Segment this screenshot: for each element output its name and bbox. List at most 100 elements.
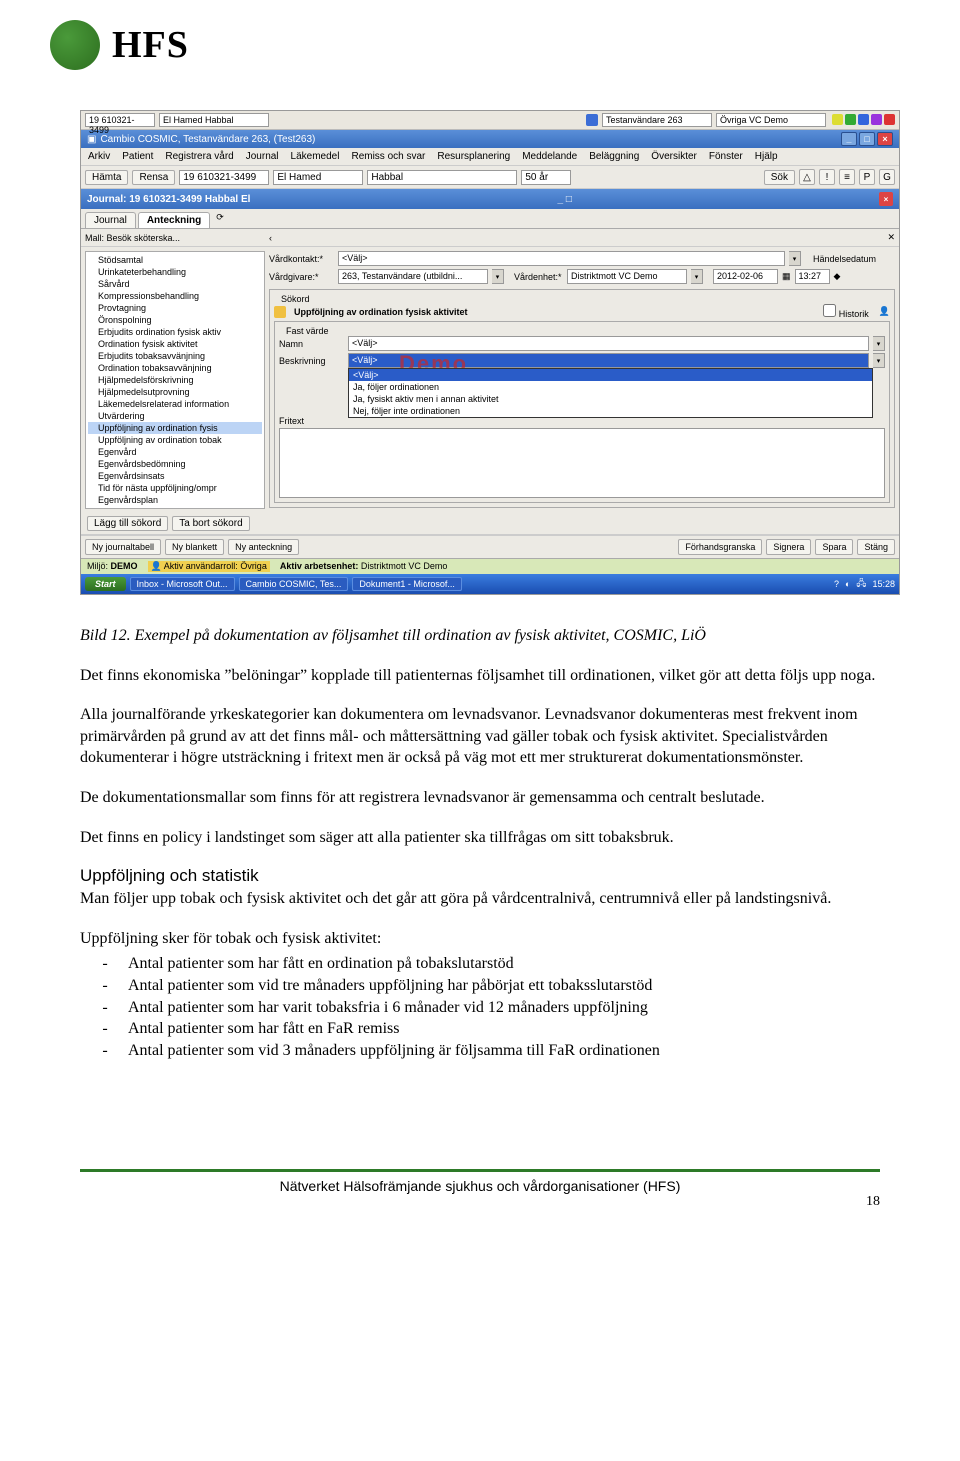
menu-läkemedel[interactable]: Läkemedel bbox=[288, 150, 343, 163]
dropdown-icon[interactable]: ▾ bbox=[691, 269, 703, 284]
tray-icon[interactable]: 🖧 bbox=[856, 576, 866, 592]
dropdown-option[interactable]: Ja, följer ordinationen bbox=[349, 381, 872, 393]
tree-node[interactable]: Kompressionsbehandling bbox=[88, 290, 262, 302]
pnr-input[interactable]: 19 610321-3499 bbox=[179, 170, 269, 185]
time-spinner-icon[interactable]: ◆ bbox=[834, 271, 841, 282]
menu-hjälp[interactable]: Hjälp bbox=[752, 150, 781, 163]
fritext-textarea[interactable] bbox=[279, 428, 885, 498]
ny-anteckning-button[interactable]: Ny anteckning bbox=[228, 539, 299, 555]
del-keyword-button[interactable]: Ta bort sökord bbox=[172, 516, 249, 531]
keyword-tree[interactable]: StödsamtalUrinkateterbehandlingSårvårdKo… bbox=[85, 251, 265, 509]
menu-arkiv[interactable]: Arkiv bbox=[85, 150, 113, 163]
vardenhet-select[interactable]: Distriktmott VC Demo bbox=[567, 269, 687, 284]
vardgivare-select[interactable]: 263, Testanvändare (utbildni... bbox=[338, 269, 488, 284]
tree-node[interactable]: Sårvård bbox=[88, 278, 262, 290]
menu-beläggning[interactable]: Beläggning bbox=[586, 150, 642, 163]
menu-registrera vård[interactable]: Registrera vård bbox=[162, 150, 236, 163]
tree-node[interactable]: Ordination fysisk aktivitet bbox=[88, 338, 262, 350]
tree-node[interactable]: Uppföljning av ordination tobak bbox=[88, 434, 262, 446]
p-button[interactable]: P bbox=[859, 169, 875, 185]
dropdown-option[interactable]: Nej, följer inte ordinationen bbox=[349, 405, 872, 417]
menu-journal[interactable]: Journal bbox=[243, 150, 282, 163]
paragraph: Man följer upp tobak och fysisk aktivite… bbox=[80, 888, 880, 910]
tree-node[interactable]: Tid för nästa uppföljning/ompr bbox=[88, 482, 262, 494]
add-keyword-button[interactable]: Lägg till sökord bbox=[87, 516, 168, 531]
hamta-button[interactable]: Hämta bbox=[85, 170, 128, 185]
dropdown-option[interactable]: Ja, fysiskt aktiv men i annan aktivitet bbox=[349, 393, 872, 405]
minimize-button[interactable]: _ bbox=[841, 132, 857, 146]
patient-id-field[interactable]: 19 610321-3499 bbox=[85, 113, 155, 127]
dropdown-icon[interactable]: ▾ bbox=[492, 269, 504, 284]
person-icon[interactable]: 👤 bbox=[879, 306, 890, 317]
ny-journaltabell-button[interactable]: Ny journaltabell bbox=[85, 539, 161, 555]
task-cosmic[interactable]: Cambio COSMIC, Tes... bbox=[239, 577, 349, 591]
g-button[interactable]: G bbox=[879, 169, 895, 185]
stang-button[interactable]: Stäng bbox=[857, 539, 895, 555]
journal-close[interactable]: × bbox=[879, 192, 893, 206]
tree-node[interactable]: Urinkateterbehandling bbox=[88, 266, 262, 278]
dropdown-option[interactable]: <Välj> bbox=[349, 369, 872, 381]
tree-node[interactable]: Hjälpmedelsutprovning bbox=[88, 386, 262, 398]
info-icon[interactable] bbox=[586, 114, 598, 126]
tree-node[interactable]: Erbjudits tobaksavvänjning bbox=[88, 350, 262, 362]
tree-node[interactable]: Egenvård bbox=[88, 446, 262, 458]
journal-minimize[interactable]: _ □ bbox=[558, 194, 572, 205]
tree-node[interactable]: Stödsamtal bbox=[88, 254, 262, 266]
vardkontakt-select[interactable]: <Välj> bbox=[338, 251, 785, 266]
menu-fönster[interactable]: Fönster bbox=[706, 150, 746, 163]
alert-icon[interactable]: △ bbox=[799, 169, 815, 185]
tray-icon[interactable]: ◐ bbox=[845, 579, 850, 589]
tree-node[interactable]: Egenvårdsplan bbox=[88, 494, 262, 506]
beskrivning-select[interactable]: <Välj> bbox=[348, 353, 869, 368]
tree-node[interactable]: Hjälpmedelsförskrivning bbox=[88, 374, 262, 386]
rensa-button[interactable]: Rensa bbox=[132, 170, 175, 185]
tree-node[interactable]: Ordination tobaksavvänjning bbox=[88, 362, 262, 374]
tree-node[interactable]: Utvärdering bbox=[88, 410, 262, 422]
dropdown-icon[interactable]: ▾ bbox=[873, 353, 885, 368]
ny-blankett-button[interactable]: Ny blankett bbox=[165, 539, 224, 555]
tree-node[interactable]: Egenvårdsinsats bbox=[88, 470, 262, 482]
maximize-button[interactable]: □ bbox=[859, 132, 875, 146]
forhandsgranska-button[interactable]: Förhandsgranska bbox=[678, 539, 762, 555]
sok-button[interactable]: Sök bbox=[764, 170, 795, 185]
menu-översikter[interactable]: Översikter bbox=[648, 150, 700, 163]
tree-node[interactable]: Erbjudits ordination fysisk aktiv bbox=[88, 326, 262, 338]
dropdown-icon[interactable]: ▾ bbox=[789, 251, 801, 266]
menu-remiss och svar[interactable]: Remiss och svar bbox=[348, 150, 428, 163]
firstname-input[interactable]: El Hamed bbox=[273, 170, 363, 185]
close-button[interactable]: × bbox=[877, 132, 893, 146]
start-button[interactable]: Start bbox=[85, 577, 126, 591]
tab-journal[interactable]: Journal bbox=[85, 212, 136, 228]
calendar-icon[interactable]: ▦ bbox=[782, 271, 791, 282]
tray-icon[interactable]: ? bbox=[834, 579, 839, 589]
menu-patient[interactable]: Patient bbox=[119, 150, 156, 163]
date-input[interactable]: 2012-02-06 bbox=[713, 269, 778, 284]
tree-node[interactable]: Uppföljning av ordination fysis bbox=[88, 422, 262, 434]
task-word[interactable]: Dokument1 - Microsof... bbox=[352, 577, 462, 591]
tab-refresh-icon[interactable]: ⟳ bbox=[216, 212, 224, 228]
tree-node[interactable]: Öronspolning bbox=[88, 314, 262, 326]
list-icon[interactable]: ≡ bbox=[839, 169, 855, 185]
nav-prev-icon[interactable]: ‹ bbox=[269, 233, 272, 243]
historik-checkbox[interactable]: Historik bbox=[823, 304, 869, 319]
close-panel-icon[interactable]: ✕ bbox=[887, 232, 895, 243]
bullet-dash: - bbox=[100, 953, 110, 975]
age-input[interactable]: 50 år bbox=[521, 170, 571, 185]
beskrivning-dropdown-list[interactable]: <Välj>Ja, följer ordinationenJa, fysiskt… bbox=[348, 368, 873, 418]
spara-button[interactable]: Spara bbox=[815, 539, 853, 555]
tab-anteckning[interactable]: Anteckning bbox=[138, 212, 210, 228]
tree-node[interactable]: Läkemedelsrelaterad information bbox=[88, 398, 262, 410]
patient-name-field[interactable]: El Hamed Habbal bbox=[159, 113, 269, 127]
signera-button[interactable]: Signera bbox=[766, 539, 811, 555]
dropdown-icon[interactable]: ▾ bbox=[873, 336, 885, 351]
lastname-input[interactable]: Habbal bbox=[367, 170, 517, 185]
namn-select[interactable]: <Välj> bbox=[348, 336, 869, 351]
task-outlook[interactable]: Inbox - Microsoft Out... bbox=[130, 577, 235, 591]
time-input[interactable]: 13:27 bbox=[795, 269, 830, 284]
tree-node[interactable]: Provtagning bbox=[88, 302, 262, 314]
tree-node[interactable]: Egenvårdsbedömning bbox=[88, 458, 262, 470]
menu-resursplanering[interactable]: Resursplanering bbox=[434, 150, 513, 163]
sokord-group: Sökord Uppföljning av ordination fysisk … bbox=[269, 289, 895, 508]
info-icon-2[interactable]: ! bbox=[819, 169, 835, 185]
menu-meddelande[interactable]: Meddelande bbox=[519, 150, 580, 163]
